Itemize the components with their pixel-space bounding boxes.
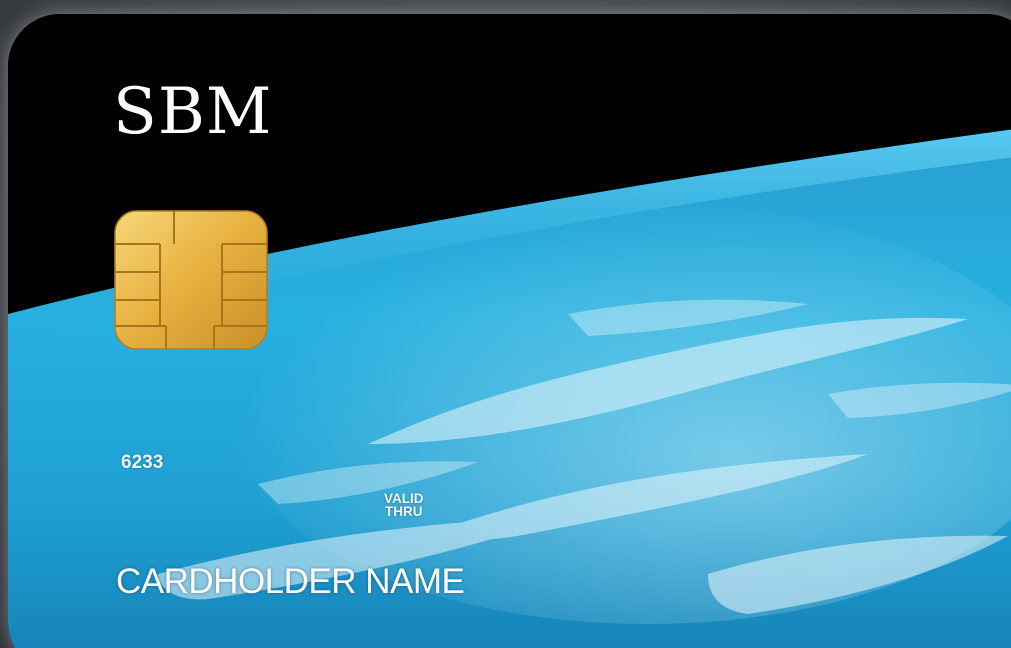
card-number-partial: 6233: [121, 452, 164, 473]
valid-thru-label: VALID THRU: [384, 492, 424, 519]
brand-logo: SBM: [113, 75, 273, 149]
thru-label: THRU: [385, 504, 423, 519]
payment-card: SBM 6233 VALID THRU CARDHOLDER NAME: [8, 14, 1011, 648]
cardholder-name: CARDHOLDER NAME: [116, 562, 465, 601]
card-canvas: SBM 6233 VALID THRU CARDHOLDER NAME: [0, 0, 1011, 648]
emv-chip-icon: [114, 210, 268, 350]
